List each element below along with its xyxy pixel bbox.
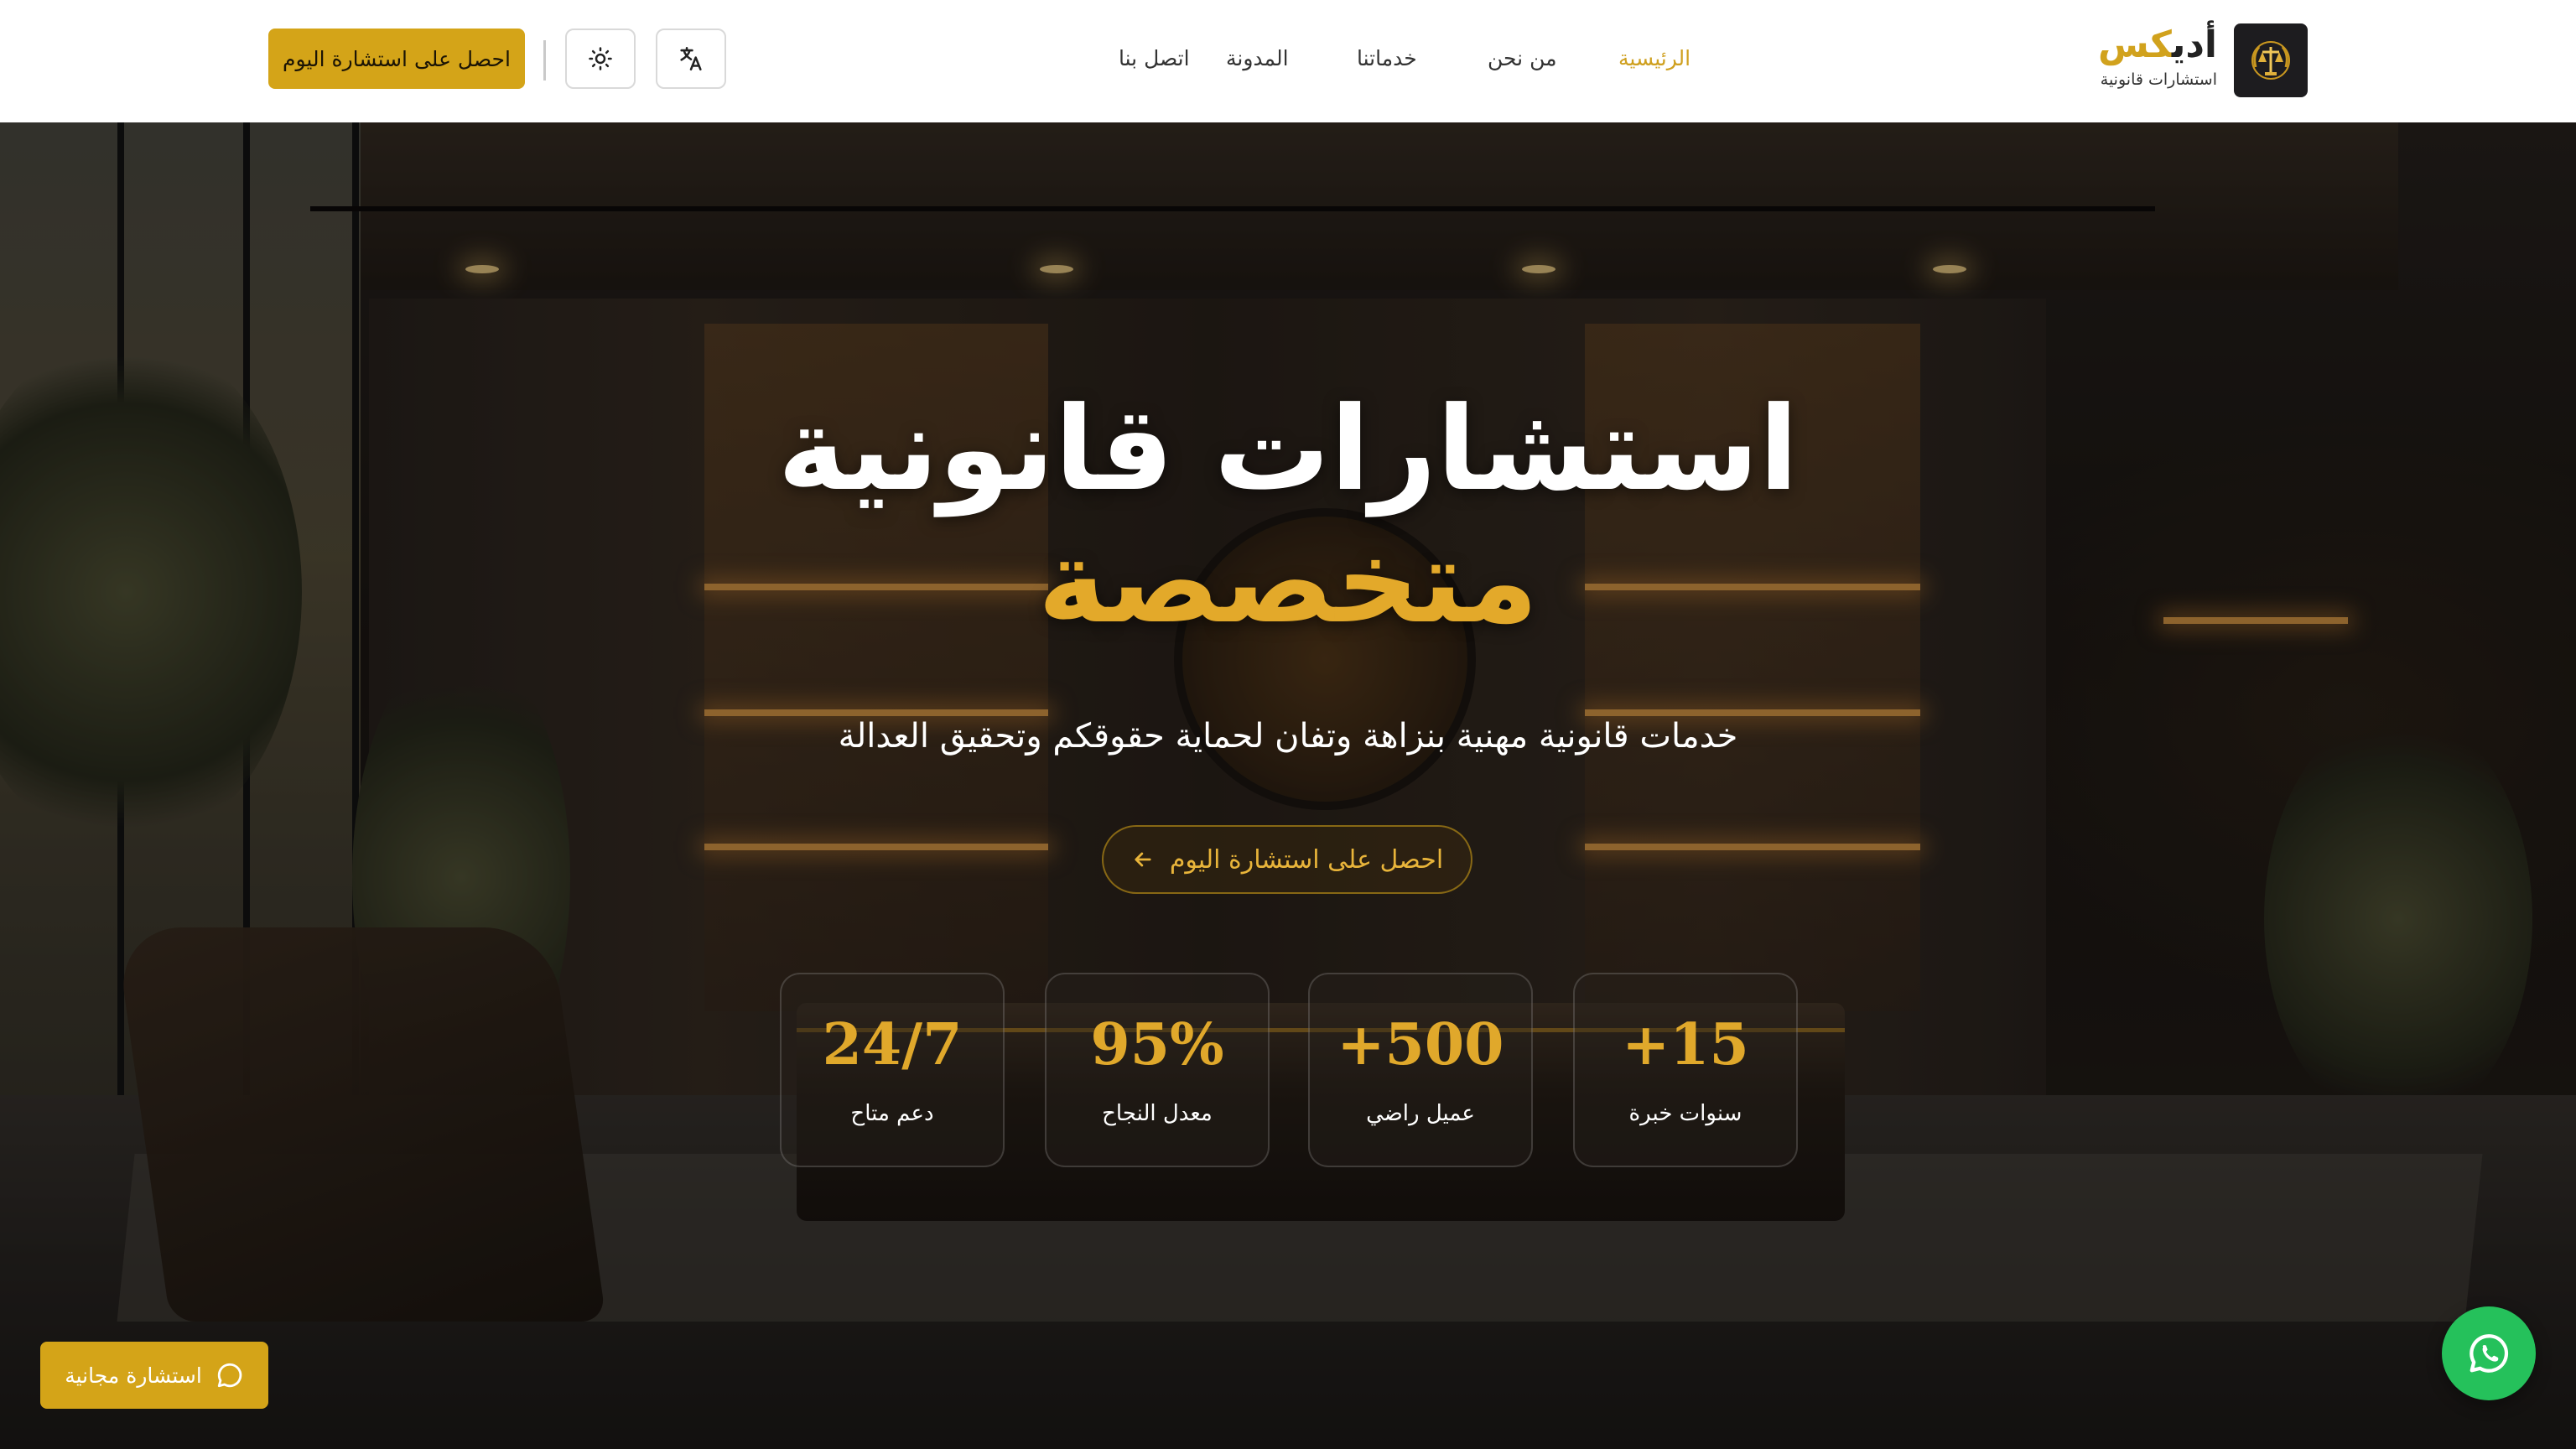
- nav-item-services[interactable]: خدماتنا: [1357, 42, 1417, 75]
- hero-cta-label: احصل على استشارة اليوم: [1169, 844, 1444, 875]
- header-consult-button[interactable]: احصل على استشارة اليوم: [268, 29, 525, 89]
- hero-section: استشارات قانونية متخصصة خدمات قانونية مه…: [0, 122, 2576, 1449]
- stat-card-experience: +15 سنوات خبرة: [1573, 973, 1798, 1167]
- arrow-left-icon: [1135, 852, 1151, 867]
- hero-title: استشارات قانونية: [777, 382, 1799, 517]
- hero-title-highlight: متخصصة: [1037, 514, 1539, 649]
- nav-item-about[interactable]: من نحن: [1488, 42, 1557, 75]
- stat-card-support: 24/7 دعم متاح: [780, 973, 1005, 1167]
- stat-value: +15: [1622, 1011, 1749, 1078]
- stat-value: 24/7: [822, 1011, 963, 1078]
- brand-subtitle: استشارات قانونية: [2100, 70, 2217, 89]
- stat-label: سنوات خبرة: [1628, 1101, 1742, 1126]
- stat-label: معدل النجاح: [1102, 1101, 1213, 1126]
- hero-consult-button[interactable]: احصل على استشارة اليوم: [1102, 825, 1472, 894]
- brand-logo[interactable]: [2234, 23, 2308, 97]
- hero-subtitle: خدمات قانونية مهنية بنزاهة وتفان لحماية …: [838, 717, 1738, 756]
- brand-text[interactable]: أديكس استشارات قانونية: [2046, 22, 2217, 91]
- free-consultation-button[interactable]: استشارة مجانية: [40, 1342, 268, 1409]
- hero-overlay: [0, 122, 2576, 1449]
- stat-value: 95%: [1090, 1011, 1224, 1078]
- whatsapp-icon: [2470, 1334, 2509, 1373]
- stat-value: +500: [1337, 1011, 1504, 1078]
- whatsapp-button[interactable]: [2442, 1306, 2536, 1400]
- nav-item-blog[interactable]: المدونة: [1226, 42, 1289, 75]
- stat-card-success-rate: 95% معدل النجاح: [1045, 973, 1270, 1167]
- nav-item-home[interactable]: الرئيسية: [1618, 42, 1690, 75]
- stat-label: عميل راضي: [1366, 1101, 1475, 1126]
- theme-toggle-button[interactable]: [565, 29, 636, 89]
- stat-label: دعم متاح: [850, 1101, 934, 1126]
- scales-logo-icon: [2251, 41, 2290, 80]
- chat-bubble-icon: [217, 1363, 242, 1388]
- sun-icon: [589, 47, 612, 70]
- nav-item-contact[interactable]: اتصل بنا: [1119, 42, 1190, 75]
- header-divider: [543, 40, 546, 80]
- stat-card-clients: +500 عميل راضي: [1308, 973, 1533, 1167]
- translate-icon: [680, 46, 702, 71]
- brand-name: أديكس: [2098, 23, 2217, 66]
- language-toggle-button[interactable]: [656, 29, 726, 89]
- top-navbar: أديكس استشارات قانونية الرئيسية من نحن خ…: [0, 0, 2576, 122]
- free-consultation-label: استشارة مجانية: [65, 1363, 202, 1388]
